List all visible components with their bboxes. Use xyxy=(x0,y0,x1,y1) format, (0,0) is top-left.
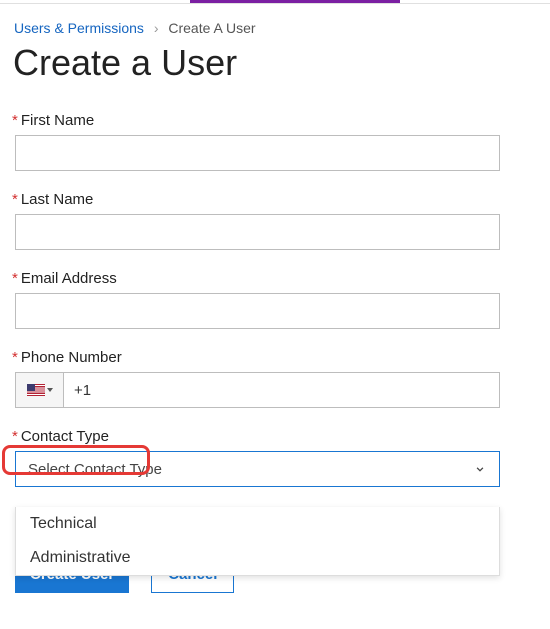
contact-type-label-text: Contact Type xyxy=(21,428,109,445)
last-name-input[interactable] xyxy=(15,214,500,250)
us-flag-icon xyxy=(27,384,45,396)
required-marker: * xyxy=(12,191,18,208)
phone-input[interactable] xyxy=(63,372,500,408)
page-title: Create a User xyxy=(13,42,538,84)
required-marker: * xyxy=(12,349,18,366)
phone-label: *Phone Number xyxy=(12,349,538,366)
caret-down-icon xyxy=(47,388,53,392)
email-label-text: Email Address xyxy=(21,270,117,287)
breadcrumb-users-permissions[interactable]: Users & Permissions xyxy=(14,20,144,36)
email-label: *Email Address xyxy=(12,270,538,287)
required-marker: * xyxy=(12,112,18,129)
email-input[interactable] xyxy=(15,293,500,329)
chevron-down-icon xyxy=(473,462,487,476)
required-marker: * xyxy=(12,428,18,445)
breadcrumb-separator: › xyxy=(154,20,159,36)
first-name-label: *First Name xyxy=(12,112,538,129)
contact-type-option-technical[interactable]: Technical xyxy=(16,507,499,541)
first-name-label-text: First Name xyxy=(21,112,94,129)
breadcrumb-current: Create A User xyxy=(168,20,255,36)
contact-type-option-administrative[interactable]: Administrative xyxy=(16,541,499,575)
first-name-input[interactable] xyxy=(15,135,500,171)
breadcrumb: Users & Permissions › Create A User xyxy=(14,20,538,36)
last-name-label-text: Last Name xyxy=(21,191,94,208)
contact-type-label: *Contact Type xyxy=(12,428,538,445)
contact-type-select[interactable]: Select Contact Type xyxy=(15,451,500,487)
last-name-label: *Last Name xyxy=(12,191,538,208)
country-code-selector[interactable] xyxy=(15,372,63,408)
contact-type-selected-value: Select Contact Type xyxy=(28,461,162,478)
required-marker: * xyxy=(12,270,18,287)
phone-label-text: Phone Number xyxy=(21,349,122,366)
contact-type-dropdown: Technical Administrative xyxy=(15,507,500,576)
